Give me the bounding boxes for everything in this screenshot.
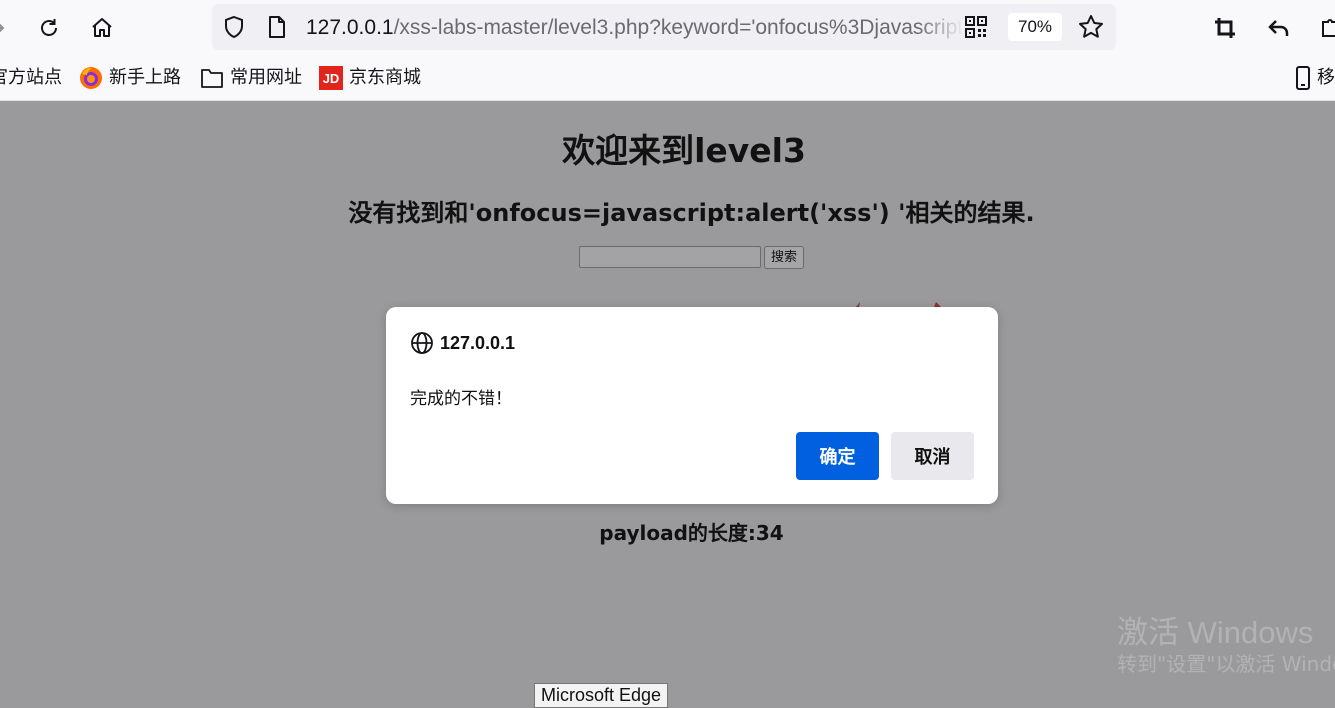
bookmark-label: 常用网址 (230, 67, 302, 88)
bookmark-jd-mall[interactable]: JD 京东商城 (319, 65, 421, 91)
home-button[interactable] (84, 10, 120, 46)
arrow-right-icon (0, 23, 5, 33)
bookmark-mobile[interactable]: 移 (1295, 65, 1335, 91)
bookmark-star-icon[interactable] (1078, 14, 1104, 44)
page-title: 欢迎来到level3 (562, 131, 806, 170)
jd-icon: JD (319, 66, 343, 90)
tracking-protection-icon[interactable] (222, 15, 246, 43)
cancel-button[interactable]: 取消 (891, 432, 974, 480)
folder-icon (200, 67, 224, 89)
search-button[interactable]: 搜索 (764, 246, 804, 269)
bookmark-label: 新手上路 (109, 67, 181, 88)
bookmark-common-sites[interactable]: 常用网址 (200, 65, 302, 91)
bookmark-label: 京东商城 (349, 67, 421, 88)
globe-icon (411, 332, 433, 354)
page-info-icon[interactable] (266, 15, 288, 43)
result-message: 没有找到和'onfocus=javascript:alert('xss') '相… (348, 199, 1035, 227)
browser-toolbar: 127.0.0.1/xss-labs-master/level3.php?key… (0, 0, 1335, 56)
forward-button[interactable] (0, 10, 14, 46)
reload-icon (41, 19, 57, 36)
extensions-button[interactable] (1313, 10, 1335, 46)
ok-button[interactable]: 确定 (796, 432, 879, 480)
dialog-origin: 127.0.0.1 (440, 332, 516, 353)
url-fade (918, 12, 964, 44)
activation-watermark-title: 激活 Windows (1117, 615, 1314, 650)
payload-length: payload的长度:34 (599, 521, 784, 545)
crop-icon (1215, 18, 1235, 38)
qr-code-icon[interactable] (964, 15, 988, 43)
reload-button[interactable] (31, 10, 67, 46)
bookmark-getting-started[interactable]: 新手上路 (79, 65, 181, 91)
url-text[interactable]: 127.0.0.1/xss-labs-master/level3.php?key… (306, 14, 962, 42)
puzzle-icon (1322, 19, 1335, 37)
undo-icon (1268, 20, 1289, 36)
undo-button[interactable] (1261, 10, 1297, 46)
firefox-icon (79, 66, 103, 90)
alert-dialog: 127.0.0.1 完成的不错！ 确定 取消 (386, 307, 998, 504)
dialog-message: 完成的不错！ (410, 389, 512, 409)
zoom-level[interactable]: 70% (1008, 13, 1062, 41)
keyword-input[interactable] (579, 246, 761, 268)
url-host: 127.0.0.1 (306, 16, 394, 39)
activation-watermark-subtitle: 转到"设置"以激活 Windows。 (1117, 652, 1335, 676)
home-icon (92, 18, 112, 37)
bookmark-label: 移 (1317, 67, 1335, 88)
bookmark-label: 官方站点 (0, 67, 62, 88)
url-path: /xss-labs-master/level3.php?keyword='onf… (393, 16, 962, 39)
address-bar[interactable]: 127.0.0.1/xss-labs-master/level3.php?key… (212, 4, 1116, 50)
bookmarks-bar: 官方站点 新手上路 常用网址 JD 京东商城 移 (0, 56, 1335, 101)
bookmark-official-site[interactable]: 官方站点 (0, 65, 62, 91)
screenshot-button[interactable] (1207, 10, 1243, 46)
dialog-header: 127.0.0.1 (410, 331, 515, 355)
taskbar-tooltip: Microsoft Edge (534, 683, 669, 708)
mobile-icon (1295, 66, 1311, 90)
